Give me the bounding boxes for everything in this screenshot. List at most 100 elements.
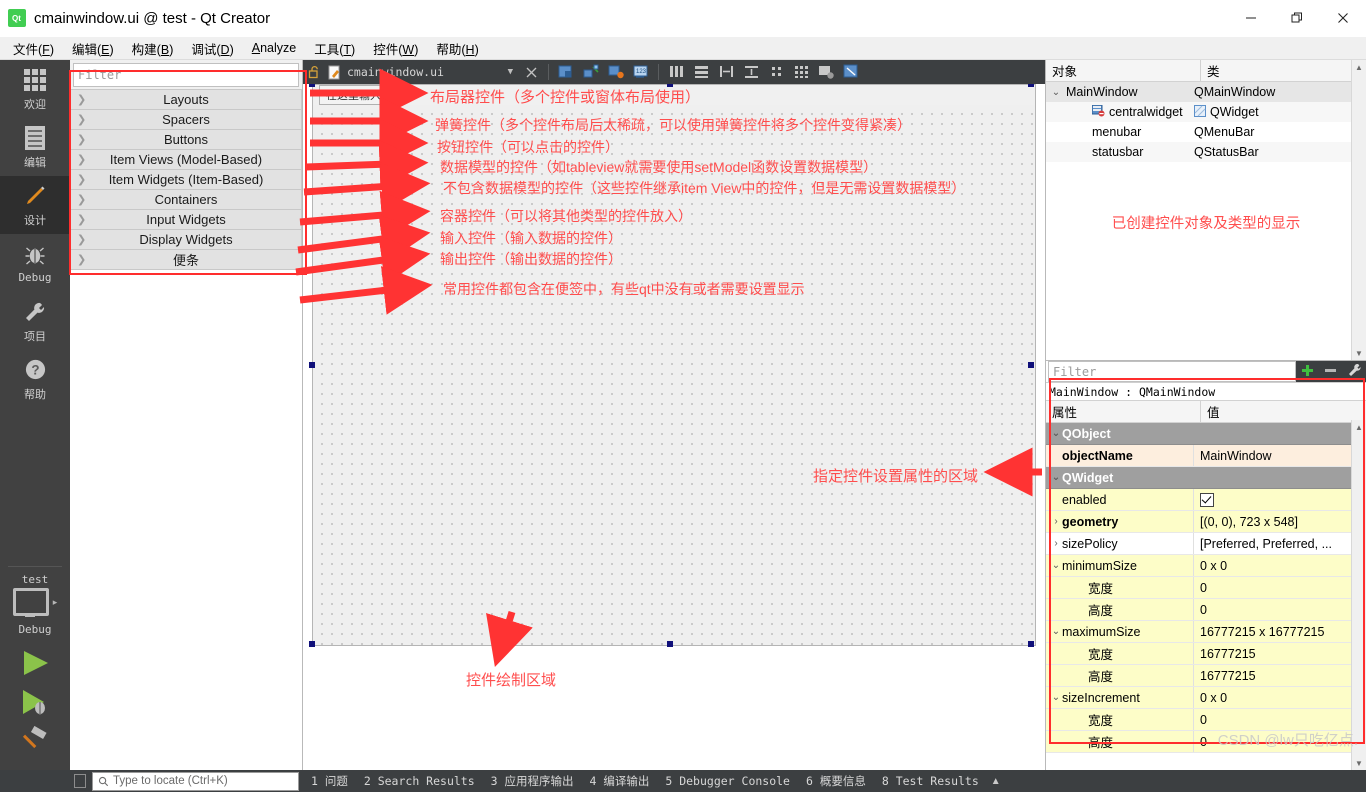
output-pane-2[interactable]: 3 应用程序输出 bbox=[483, 773, 582, 789]
layout-vertically-icon[interactable] bbox=[690, 62, 712, 82]
menu-item-2[interactable]: 构建(B) bbox=[123, 37, 183, 60]
property-row[interactable]: 宽度 16777215 bbox=[1046, 643, 1366, 665]
main-window-form[interactable]: 在这里输入 bbox=[312, 84, 1036, 646]
minimize-button[interactable] bbox=[1228, 0, 1274, 36]
expander-icon[interactable]: ⌄ bbox=[1050, 560, 1062, 571]
property-row[interactable]: objectName MainWindow bbox=[1046, 445, 1366, 467]
mode-projects[interactable]: 项目 bbox=[0, 292, 70, 350]
resize-handle-bottom-left[interactable] bbox=[309, 641, 315, 647]
widget-category-0[interactable]: ❯ Layouts bbox=[70, 89, 302, 110]
property-value-cell[interactable]: [Preferred, Preferred, ... bbox=[1194, 533, 1366, 554]
expander-icon[interactable]: › bbox=[1050, 516, 1062, 527]
property-row[interactable]: › sizePolicy [Preferred, Preferred, ... bbox=[1046, 533, 1366, 555]
sidebar-toggle-icon[interactable] bbox=[74, 774, 86, 788]
object-row[interactable]: ⌄ MainWindow QMainWindow bbox=[1046, 82, 1366, 102]
resize-handle-bottom-right[interactable] bbox=[1028, 641, 1034, 647]
resize-handle-top-left[interactable] bbox=[309, 84, 315, 87]
wrench-icon[interactable] bbox=[1347, 363, 1362, 381]
widget-box-list[interactable]: ❯ Layouts ❯ Spacers ❯ Buttons ❯ Item Views (Mod… bbox=[70, 89, 302, 770]
close-button[interactable] bbox=[1320, 0, 1366, 36]
property-value-cell[interactable] bbox=[1194, 467, 1366, 488]
object-row[interactable]: menubar QMenuBar bbox=[1046, 122, 1366, 142]
property-value-cell[interactable]: 16777215 bbox=[1194, 665, 1366, 686]
resize-handle-top-center[interactable] bbox=[667, 84, 673, 87]
mode-help[interactable]: ? 帮助 bbox=[0, 350, 70, 408]
widget-category-7[interactable]: ❯ Display Widgets bbox=[70, 230, 302, 250]
widget-category-4[interactable]: ❯ Item Widgets (Item-Based) bbox=[70, 170, 302, 190]
object-row[interactable]: centralwidget QWidget bbox=[1046, 102, 1366, 122]
property-value-cell[interactable] bbox=[1194, 489, 1366, 510]
widget-category-6[interactable]: ❯ Input Widgets bbox=[70, 210, 302, 230]
resize-handle-right-middle[interactable] bbox=[1028, 362, 1034, 368]
widget-category-8[interactable]: ❯ 便条 bbox=[70, 250, 302, 270]
unlock-icon[interactable] bbox=[307, 65, 321, 79]
layout-horizontally-icon[interactable] bbox=[665, 62, 687, 82]
edit-buddies-icon[interactable] bbox=[605, 62, 627, 82]
run-button[interactable] bbox=[0, 648, 70, 678]
form-menubar[interactable]: 在这里输入 bbox=[313, 85, 1035, 106]
layout-grid-icon[interactable] bbox=[790, 62, 812, 82]
output-pane-0[interactable]: 1 问题 bbox=[303, 773, 356, 789]
property-value-cell[interactable]: 0 x 0 bbox=[1194, 687, 1366, 708]
expander-icon[interactable]: ⌄ bbox=[1050, 428, 1062, 439]
form-canvas[interactable]: 在这里输入 bbox=[303, 84, 1045, 770]
output-pane-4[interactable]: 5 Debugger Console bbox=[657, 774, 798, 788]
property-editor-scrollbar[interactable]: ▲ ▼ bbox=[1351, 420, 1366, 770]
menu-item-6[interactable]: 控件(W) bbox=[364, 37, 427, 60]
property-row[interactable]: › geometry [(0, 0), 723 x 548] bbox=[1046, 511, 1366, 533]
build-button[interactable] bbox=[0, 726, 70, 754]
property-value-cell[interactable] bbox=[1194, 423, 1366, 444]
output-pane-1[interactable]: 2 Search Results bbox=[356, 774, 483, 788]
widget-box-filter-input[interactable]: Filter bbox=[73, 63, 299, 87]
property-value-cell[interactable]: 16777215 bbox=[1194, 643, 1366, 664]
output-pane-5[interactable]: 6 概要信息 bbox=[798, 773, 874, 789]
edit-widgets-icon[interactable] bbox=[555, 62, 577, 82]
property-value-cell[interactable]: 0 x 0 bbox=[1194, 555, 1366, 576]
expander-icon[interactable]: ⌄ bbox=[1050, 87, 1062, 98]
edit-signals-slots-icon[interactable] bbox=[580, 62, 602, 82]
mode-welcome[interactable]: 欢迎 bbox=[0, 60, 70, 118]
property-value-cell[interactable]: 16777215 x 16777215 bbox=[1194, 621, 1366, 642]
expander-icon[interactable]: ⌄ bbox=[1050, 692, 1062, 703]
mode-edit[interactable]: 编辑 bbox=[0, 118, 70, 176]
output-pane-3[interactable]: 4 编译输出 bbox=[582, 773, 658, 789]
widget-category-2[interactable]: ❯ Buttons bbox=[70, 130, 302, 150]
property-row[interactable]: ⌄ QObject bbox=[1046, 423, 1366, 445]
adjust-size-icon[interactable] bbox=[840, 62, 862, 82]
resize-handle-left-middle[interactable] bbox=[309, 362, 315, 368]
mode-design[interactable]: 设计 bbox=[0, 176, 70, 234]
property-row[interactable]: 高度 16777215 bbox=[1046, 665, 1366, 687]
resize-handle-top-right[interactable] bbox=[1028, 84, 1034, 87]
widget-category-1[interactable]: ❯ Spacers bbox=[70, 110, 302, 130]
menu-item-5[interactable]: 工具(T) bbox=[305, 37, 364, 60]
enabled-checkbox[interactable] bbox=[1200, 492, 1214, 507]
resize-handle-bottom-center[interactable] bbox=[667, 641, 673, 647]
property-row[interactable]: 高度 0 bbox=[1046, 599, 1366, 621]
property-row[interactable]: enabled bbox=[1046, 489, 1366, 511]
edit-tab-order-icon[interactable]: 123 bbox=[630, 62, 652, 82]
layout-splitter-horizontal-icon[interactable] bbox=[715, 62, 737, 82]
menu-item-0[interactable]: 文件(F) bbox=[4, 37, 63, 60]
object-row[interactable]: statusbar QStatusBar bbox=[1046, 142, 1366, 162]
open-document-selector[interactable]: cmainwindow.ui ▼ bbox=[324, 62, 517, 82]
property-row[interactable]: 宽度 0 bbox=[1046, 709, 1366, 731]
scroll-down-icon[interactable]: ▼ bbox=[1352, 346, 1366, 360]
property-value-cell[interactable]: 0 bbox=[1194, 709, 1366, 730]
type-here-placeholder[interactable]: 在这里输入 bbox=[319, 85, 388, 105]
plus-icon[interactable] bbox=[1300, 363, 1315, 381]
layout-form-icon[interactable] bbox=[765, 62, 787, 82]
locator-input[interactable]: Type to locate (Ctrl+K) bbox=[92, 771, 299, 791]
property-value-cell[interactable]: 0 bbox=[1194, 577, 1366, 598]
property-row[interactable]: 宽度 0 bbox=[1046, 577, 1366, 599]
property-value-cell[interactable]: 0 bbox=[1194, 599, 1366, 620]
expander-icon[interactable]: ⌄ bbox=[1050, 472, 1062, 483]
close-document-button[interactable] bbox=[520, 62, 542, 82]
layout-splitter-vertical-icon[interactable] bbox=[740, 62, 762, 82]
menu-item-4[interactable]: Analyze bbox=[243, 39, 305, 57]
property-filter-input[interactable]: Filter bbox=[1048, 361, 1296, 382]
scroll-up-icon[interactable]: ▲ bbox=[1352, 60, 1366, 74]
property-row[interactable]: ⌄ QWidget bbox=[1046, 467, 1366, 489]
widget-category-3[interactable]: ❯ Item Views (Model-Based) bbox=[70, 150, 302, 170]
maximize-restore-button[interactable] bbox=[1274, 0, 1320, 36]
menu-item-3[interactable]: 调试(D) bbox=[182, 37, 242, 60]
